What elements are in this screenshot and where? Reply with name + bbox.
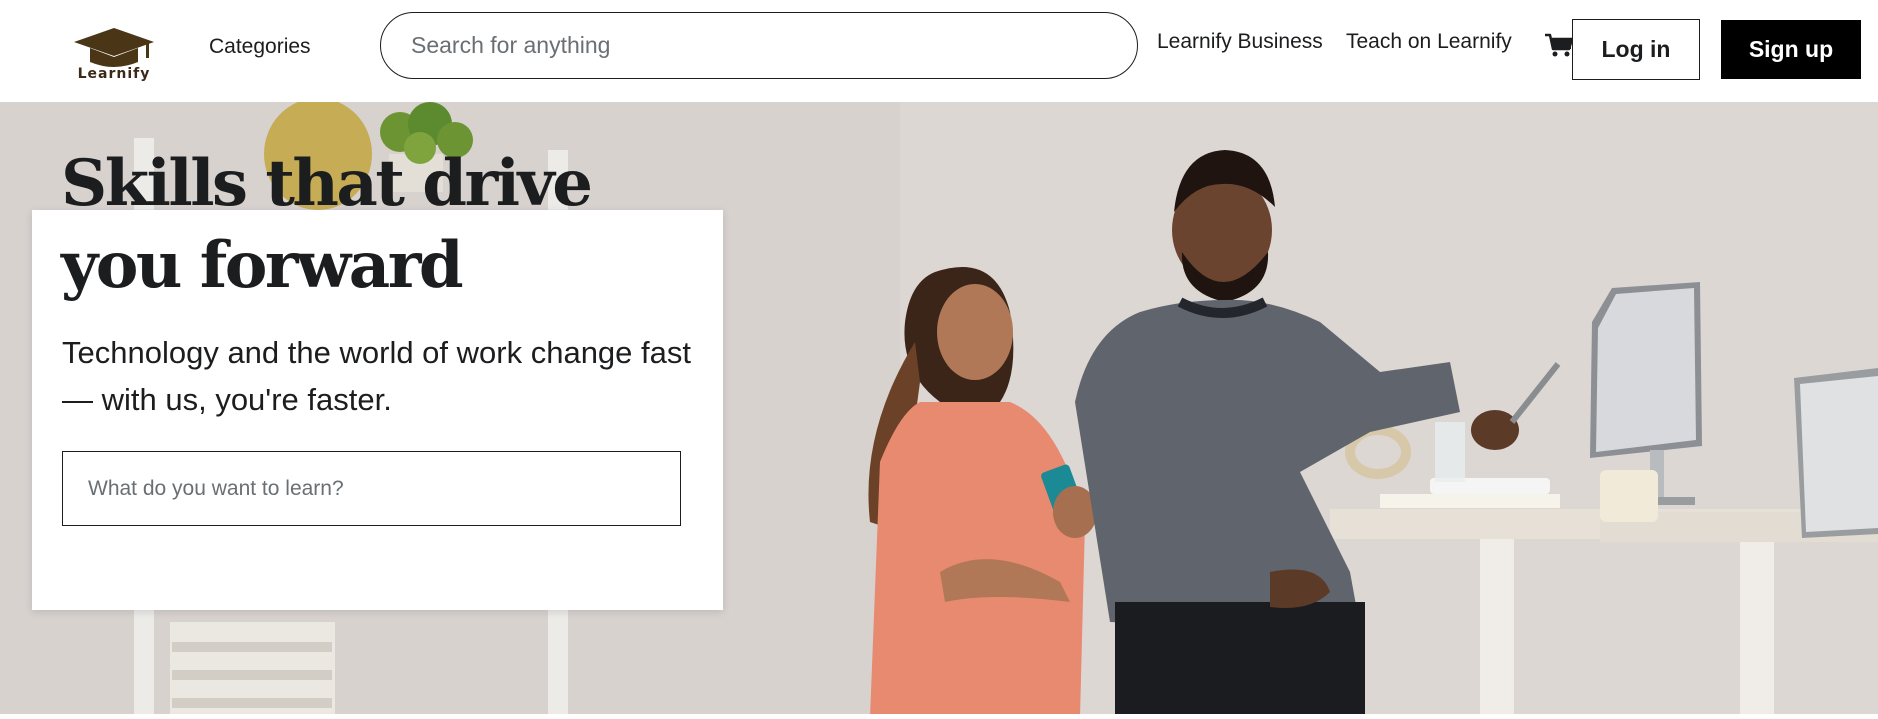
hero-search-input[interactable] xyxy=(88,476,668,501)
brand-logo-text: Learnify xyxy=(77,66,151,82)
business-link[interactable]: Learnify Business xyxy=(1157,30,1323,54)
login-button[interactable]: Log in xyxy=(1572,19,1700,80)
page: Learnify Categories Learnify Business Te… xyxy=(0,0,1878,719)
hero-search[interactable] xyxy=(62,451,681,526)
cart-icon[interactable] xyxy=(1544,30,1574,60)
categories-link[interactable]: Categories xyxy=(209,35,311,59)
graduation-cap-icon xyxy=(74,28,154,67)
teach-link[interactable]: Teach on Learnify xyxy=(1346,30,1512,54)
signup-button[interactable]: Sign up xyxy=(1721,20,1861,79)
header-search[interactable] xyxy=(380,12,1138,79)
brand-logo[interactable]: Learnify xyxy=(70,26,158,86)
top-header: Learnify Categories Learnify Business Te… xyxy=(0,0,1878,102)
search-input[interactable] xyxy=(411,32,1101,59)
hero-headline: Skills that drive you forward xyxy=(61,146,593,303)
hero-subtext: Technology and the world of work change … xyxy=(62,335,691,417)
